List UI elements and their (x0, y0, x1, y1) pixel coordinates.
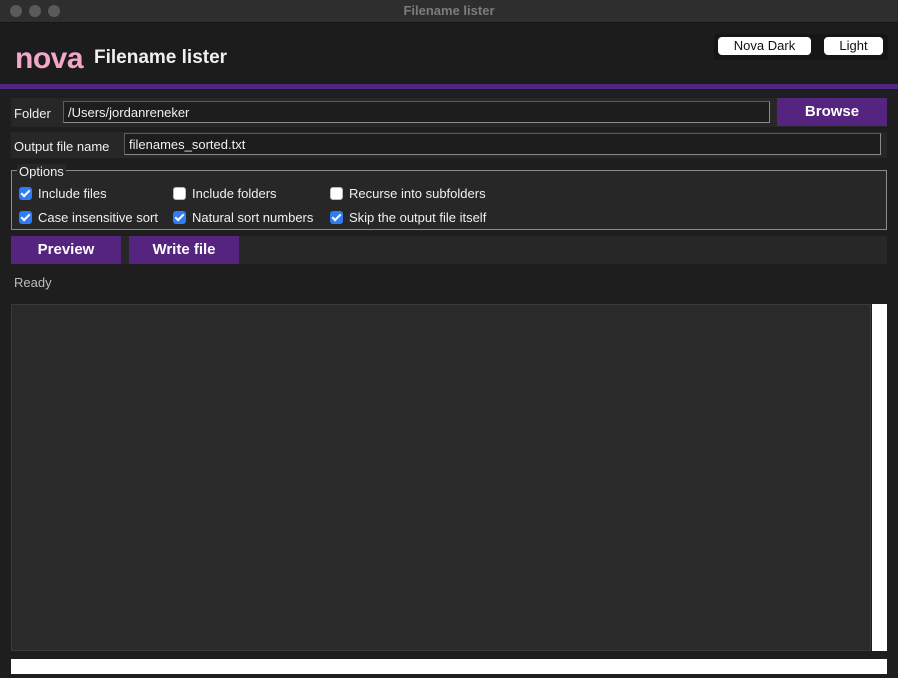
options-group: Options Include files Include folders Re… (11, 164, 887, 230)
vertical-scrollbar[interactable] (872, 304, 887, 651)
brand-logo: nova (15, 42, 84, 75)
checkbox-checked-icon (173, 211, 186, 224)
theme-nova-dark-button[interactable]: Nova Dark (718, 37, 811, 55)
checkbox-checked-icon (19, 187, 32, 200)
accent-divider (0, 84, 898, 89)
app-title: Filename lister (94, 47, 228, 68)
recurse-subfolders-checkbox[interactable]: Recurse into subfolders (330, 186, 486, 201)
folder-row: Folder Browse (11, 98, 887, 127)
checkbox-checked-icon (19, 211, 32, 224)
natural-sort-numbers-checkbox[interactable]: Natural sort numbers (173, 210, 313, 225)
checkbox-unchecked-icon (173, 187, 186, 200)
browse-button[interactable]: Browse (777, 98, 887, 126)
skip-output-file-checkbox[interactable]: Skip the output file itself (330, 210, 486, 225)
checkbox-checked-icon (330, 211, 343, 224)
horizontal-scrollbar[interactable] (11, 659, 887, 674)
theme-switcher: Nova Dark Light (714, 34, 888, 60)
preview-output-area[interactable] (11, 304, 871, 651)
status-text: Ready (14, 275, 52, 290)
folder-label: Folder (14, 106, 51, 121)
case-insensitive-sort-checkbox[interactable]: Case insensitive sort (19, 210, 158, 225)
action-bar: Preview Write file (11, 236, 887, 264)
title-bar: Filename lister (0, 0, 898, 23)
theme-light-button[interactable]: Light (824, 37, 883, 55)
output-label: Output file name (14, 139, 110, 154)
checkbox-unchecked-icon (330, 187, 343, 200)
write-file-button[interactable]: Write file (129, 236, 239, 264)
preview-button[interactable]: Preview (11, 236, 121, 264)
options-legend: Options (17, 164, 66, 179)
include-files-checkbox[interactable]: Include files (19, 186, 107, 201)
include-folders-checkbox[interactable]: Include folders (173, 186, 277, 201)
app-header: nova Filename lister Nova Dark Light (0, 23, 898, 84)
folder-input[interactable] (63, 101, 770, 123)
output-row: Output file name (11, 132, 887, 158)
output-filename-input[interactable] (124, 133, 881, 155)
window-title: Filename lister (403, 3, 495, 18)
